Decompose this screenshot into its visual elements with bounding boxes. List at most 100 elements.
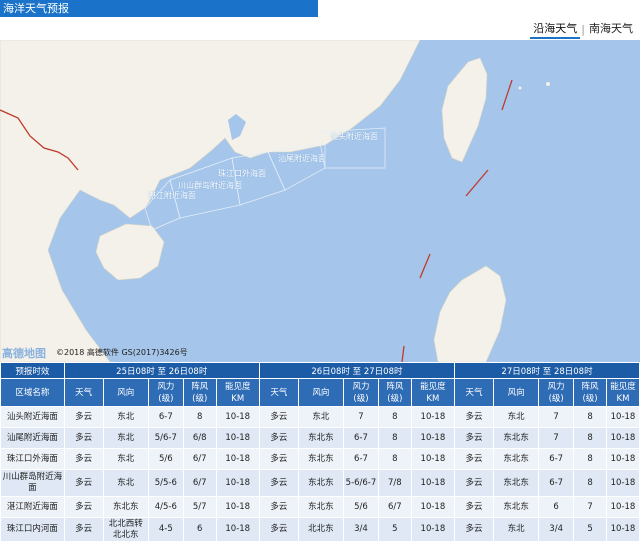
column-header: 能见度 KM [215, 378, 260, 407]
table-cell: 多云 [453, 448, 495, 470]
islet [518, 86, 522, 90]
table-cell: 多云 [453, 517, 495, 542]
table-cell: 东北 [102, 427, 149, 449]
map-copyright: ©2018 高德软件 GS(2017)3426号 [56, 348, 188, 357]
tab-coastal-weather[interactable]: 沿海天气 [530, 20, 581, 39]
table-cell: 多云 [258, 469, 299, 497]
table-cell: 7/8 [377, 469, 412, 497]
table-cell: 多云 [453, 496, 495, 518]
column-header: 阵风 (级) [377, 378, 412, 407]
hainan-island [95, 223, 165, 281]
table-cell: 东北东 [102, 496, 149, 518]
column-header: 风向 [492, 378, 540, 407]
table-cell: 东北 [102, 448, 149, 470]
table-cell: 10-18 [605, 517, 640, 542]
table-cell: 5/6 [343, 496, 379, 518]
table-cell: 10-18 [605, 469, 640, 497]
table-cell: 多云 [258, 406, 299, 428]
table-cell: 多云 [258, 496, 299, 518]
table-cell: 3/4 [538, 517, 575, 542]
table-cell: 东北东 [492, 427, 540, 449]
luzon-island [433, 265, 507, 362]
map-canvas [0, 40, 550, 362]
islet [546, 82, 550, 86]
table-cell: 7 [538, 406, 575, 428]
table-cell: 5 [573, 517, 607, 542]
table-cell: 6-7 [147, 406, 184, 428]
taiwan-island [441, 57, 488, 163]
table-cell: 6/7 [182, 448, 217, 470]
table-cell: 6 [538, 496, 575, 518]
table-cell: 4-5 [147, 517, 184, 542]
table-cell: 7 [538, 427, 575, 449]
period-header-row: 预报时效 25日08时 至 26日08时 26日08时 至 27日08时 27日… [0, 362, 640, 379]
table-cell: 8 [377, 427, 412, 449]
border-line-2 [465, 169, 489, 197]
table-row: 珠江口外海面 多云 东北 5/6 6/7 10-18 多云 东北东 6-7 8 10-18 多云 东北东… [0, 448, 640, 470]
table-cell: 多云 [258, 448, 299, 470]
table-cell: 5-6/6-7 [343, 469, 379, 497]
table-cell: 10-18 [215, 517, 260, 542]
table-cell: 8 [182, 406, 217, 428]
area-label-shantou: 汕头附近海面 [330, 132, 378, 141]
table-cell: 东北 [297, 406, 345, 428]
table-cell: 东北东 [297, 448, 345, 470]
table-cell: 10-18 [215, 469, 260, 497]
tab-south-sea-weather[interactable]: 南海天气 [586, 20, 636, 39]
table-cell: 8 [377, 448, 412, 470]
table-cell: 多云 [258, 427, 299, 449]
table-cell: 6-7 [538, 469, 575, 497]
table-cell: 10-18 [605, 427, 640, 449]
table-cell: 多云 [453, 427, 495, 449]
table-cell: 10-18 [605, 496, 640, 518]
table-cell: 7 [343, 406, 379, 428]
table-cell: 多云 [63, 469, 104, 497]
table-cell: 东北 [102, 406, 149, 428]
border-line-1 [501, 79, 513, 111]
table-cell: 10-18 [215, 406, 260, 428]
table-cell: 8 [377, 406, 412, 428]
area-name-cell: 珠江口外海面 [0, 448, 65, 470]
table-cell: 东北 [102, 469, 149, 497]
table-cell: 6/8 [182, 427, 217, 449]
table-cell: 6-7 [538, 448, 575, 470]
table-cell: 10-18 [410, 427, 455, 449]
area-label-shanwei: 汕尾附近海面 [278, 154, 326, 163]
column-header: 天气 [258, 378, 299, 407]
table-cell: 东北东 [297, 469, 345, 497]
area-name-cell: 汕头附近海面 [0, 406, 65, 428]
area-name-cell: 汕尾附近海面 [0, 427, 65, 449]
table-cell: 10-18 [605, 448, 640, 470]
column-header: 风向 [297, 378, 345, 407]
period-2: 26日08时 至 27日08时 [258, 362, 455, 379]
border-line-3 [419, 253, 431, 279]
table-cell: 东北东 [492, 448, 540, 470]
table-cell: 多云 [63, 517, 104, 542]
title-bar: 海洋天气预报 [0, 0, 318, 17]
table-cell: 6/7 [182, 469, 217, 497]
amap-logo: 高德地图 [2, 347, 46, 360]
table-cell: 多云 [453, 469, 495, 497]
table-row: 珠江口内河面 多云 北北西转 北北东 4-5 6 10-18 多云 北北东 3/4 5 10-18 多… [0, 517, 640, 542]
column-header: 天气 [63, 378, 104, 407]
period-1: 25日08时 至 26日08时 [63, 362, 260, 379]
area-name-cell: 湛江附近海面 [0, 496, 65, 518]
column-header: 风力 (级) [343, 378, 379, 407]
table-cell: 6/7 [377, 496, 412, 518]
table-cell: 多云 [63, 406, 104, 428]
table-cell: 7 [573, 496, 607, 518]
tab-bar: 沿海天气 | 南海天气 [530, 20, 636, 39]
table-row: 汕尾附近海面 多云 东北 5/6-7 6/8 10-18 多云 东北东 6-7 8 10-18 多云东… [0, 427, 640, 449]
weather-map[interactable]: 汕头附近海面 汕尾附近海面 珠江口外海面 川山群岛附近海面 湛江附近海面 高德地… [0, 40, 640, 362]
column-header: 能见度 KM [410, 378, 455, 407]
table-cell: 5/6-7 [147, 427, 184, 449]
border-line-4 [401, 345, 405, 362]
column-header-row: 区域名称 天气 风向 风力 (级) 阵风 (级) 能见度 KM 天气 风向 风力 (级) 阵风 … [0, 378, 640, 407]
table-cell: 多云 [258, 517, 299, 542]
column-header: 阵风 (级) [573, 378, 607, 407]
table-cell: 6-7 [343, 427, 379, 449]
column-header: 能见度 KM [605, 378, 640, 407]
table-cell: 东北东 [492, 469, 540, 497]
table-cell: 6 [182, 517, 217, 542]
table-cell: 10-18 [410, 496, 455, 518]
